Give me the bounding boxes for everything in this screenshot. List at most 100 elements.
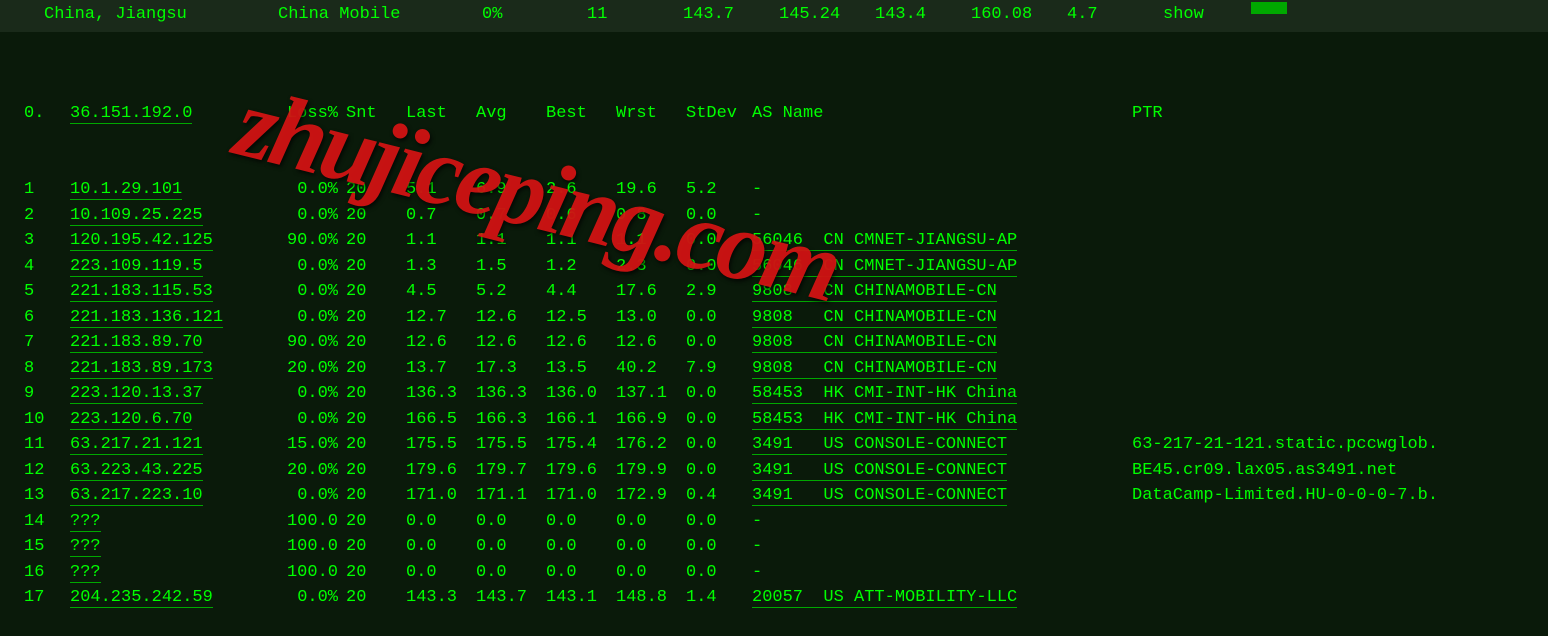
cell-best: 0.6	[546, 203, 616, 229]
table-row: 10223.120.6.700.0%20166.5166.3166.1166.9…	[24, 407, 1548, 433]
cell-last: 0.0	[406, 560, 476, 586]
cell-as[interactable]: 9808 CN CHINAMOBILE-CN	[752, 330, 1132, 356]
cell-as[interactable]: -	[752, 509, 1132, 535]
cell-hop: 5	[24, 279, 70, 305]
cell-last: 171.0	[406, 483, 476, 509]
cell-ip[interactable]: 223.109.119.5	[70, 254, 276, 280]
cell-wrst: 0.0	[616, 560, 686, 586]
col-loss: Loss%	[276, 101, 346, 127]
cell-avg: 179.7	[476, 458, 546, 484]
cell-stdev: 0.0	[686, 305, 752, 331]
cell-ip[interactable]: ???	[70, 560, 276, 586]
cell-wrst: 12.6	[616, 330, 686, 356]
cell-best: 12.5	[546, 305, 616, 331]
cell-wrst: 19.6	[616, 177, 686, 203]
cell-wrst: 172.9	[616, 483, 686, 509]
cell-wrst: 179.9	[616, 458, 686, 484]
cell-hop: 10	[24, 407, 70, 433]
cell-hop: 6	[24, 305, 70, 331]
table-row: 3120.195.42.12590.0%201.11.11.11.10.0560…	[24, 228, 1548, 254]
cell-last: 166.5	[406, 407, 476, 433]
cell-as[interactable]: -	[752, 203, 1132, 229]
cell-best: 166.1	[546, 407, 616, 433]
cell-best: 12.6	[546, 330, 616, 356]
cell-avg: 12.6	[476, 305, 546, 331]
cell-as[interactable]: -	[752, 560, 1132, 586]
cell-ip[interactable]: 223.120.13.37	[70, 381, 276, 407]
cell-ip[interactable]: 10.1.29.101	[70, 177, 276, 203]
table-row: 15???100.0200.00.00.00.00.0-	[24, 534, 1548, 560]
cell-loss: 90.0%	[276, 228, 346, 254]
show-link[interactable]: show	[1163, 2, 1243, 28]
cell-snt: 20	[346, 534, 406, 560]
cell-ip[interactable]: 10.109.25.225	[70, 203, 276, 229]
cell-ip[interactable]: 221.183.136.121	[70, 305, 276, 331]
col-snt: Snt	[346, 101, 406, 127]
cell-ptr: DataCamp-Limited.HU-0-0-0-7.b.	[1132, 483, 1548, 509]
cell-last: 0.7	[406, 203, 476, 229]
cell-stdev: 0.0	[686, 330, 752, 356]
cell-wrst: 1.1	[616, 228, 686, 254]
cell-as[interactable]: 56046 CN CMNET-JIANGSU-AP	[752, 228, 1132, 254]
cell-avg: 0.0	[476, 534, 546, 560]
cell-ip[interactable]: 223.120.6.70	[70, 407, 276, 433]
table-row: 1163.217.21.12115.0%20175.5175.5175.4176…	[24, 432, 1548, 458]
cell-last: 12.6	[406, 330, 476, 356]
cell-as[interactable]: 58453 HK CMI-INT-HK China	[752, 381, 1132, 407]
cell-snt: 20	[346, 560, 406, 586]
cell-as[interactable]: 9808 CN CHINAMOBILE-CN	[752, 305, 1132, 331]
cell-as[interactable]: 20057 US ATT-MOBILITY-LLC	[752, 585, 1132, 611]
cell-snt: 20	[346, 254, 406, 280]
cell-as[interactable]: 56046 CN CMNET-JIANGSU-AP	[752, 254, 1132, 280]
cell-as[interactable]: 3491 US CONSOLE-CONNECT	[752, 483, 1132, 509]
cell-loss: 100.0	[276, 534, 346, 560]
cell-ip[interactable]: ???	[70, 509, 276, 535]
cell-stdev: 0.0	[686, 534, 752, 560]
cell-best: 0.0	[546, 534, 616, 560]
cell-ip[interactable]: 63.223.43.225	[70, 458, 276, 484]
cell-ip[interactable]: 221.183.89.173	[70, 356, 276, 382]
cell-as[interactable]: 9808 CN CHINAMOBILE-CN	[752, 356, 1132, 382]
cell-avg: 0.0	[476, 509, 546, 535]
table-row: 14???100.0200.00.00.00.00.0-	[24, 509, 1548, 535]
cell-last: 0.0	[406, 534, 476, 560]
cell-as[interactable]: -	[752, 534, 1132, 560]
cell-snt: 20	[346, 279, 406, 305]
cell-stdev: 2.9	[686, 279, 752, 305]
cell-wrst: 13.0	[616, 305, 686, 331]
header-val-4: 160.08	[971, 2, 1067, 28]
table-row: 9223.120.13.370.0%20136.3136.3136.0137.1…	[24, 381, 1548, 407]
cell-snt: 20	[346, 585, 406, 611]
cell-snt: 20	[346, 177, 406, 203]
cell-last: 179.6	[406, 458, 476, 484]
cell-ptr: BE45.cr09.lax05.as3491.net	[1132, 458, 1548, 484]
cell-loss: 0.0%	[276, 254, 346, 280]
col-ip: 36.151.192.0	[70, 101, 276, 127]
table-row: 7221.183.89.7090.0%2012.612.612.612.60.0…	[24, 330, 1548, 356]
cell-as[interactable]: 58453 HK CMI-INT-HK China	[752, 407, 1132, 433]
table-row: 210.109.25.2250.0%200.70.70.60.80.0-	[24, 203, 1548, 229]
cell-ip[interactable]: 221.183.115.53	[70, 279, 276, 305]
cell-best: 13.5	[546, 356, 616, 382]
cell-last: 143.3	[406, 585, 476, 611]
table-row: 1263.223.43.22520.0%20179.6179.7179.6179…	[24, 458, 1548, 484]
cell-ip[interactable]: 63.217.21.121	[70, 432, 276, 458]
cell-loss: 0.0%	[276, 381, 346, 407]
cell-as[interactable]: 3491 US CONSOLE-CONNECT	[752, 458, 1132, 484]
cell-as[interactable]: 9808 CN CHINAMOBILE-CN	[752, 279, 1132, 305]
cell-as[interactable]: 3491 US CONSOLE-CONNECT	[752, 432, 1132, 458]
cell-loss: 15.0%	[276, 432, 346, 458]
cell-hop: 7	[24, 330, 70, 356]
cell-ip[interactable]: 204.235.242.59	[70, 585, 276, 611]
cell-stdev: 0.0	[686, 432, 752, 458]
cell-best: 171.0	[546, 483, 616, 509]
table-row: 16???100.0200.00.00.00.00.0-	[24, 560, 1548, 586]
cell-ip[interactable]: ???	[70, 534, 276, 560]
col-as: AS Name	[752, 101, 1132, 127]
cell-ip[interactable]: 221.183.89.70	[70, 330, 276, 356]
header-val-2: 145.24	[779, 2, 875, 28]
cell-as[interactable]: -	[752, 177, 1132, 203]
cell-last: 0.0	[406, 509, 476, 535]
cell-ip[interactable]: 120.195.42.125	[70, 228, 276, 254]
cell-ip[interactable]: 63.217.223.10	[70, 483, 276, 509]
